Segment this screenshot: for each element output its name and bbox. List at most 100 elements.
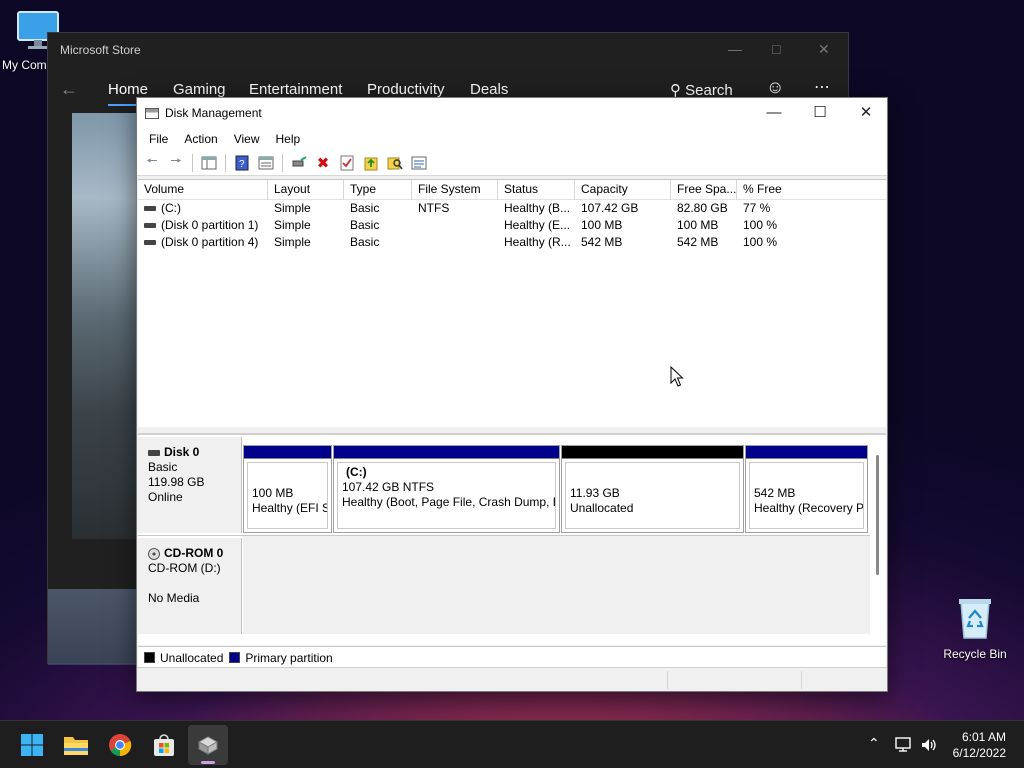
desktop-icon-recycle-bin[interactable]: Recycle Bin <box>934 596 1016 661</box>
window-title: Disk Management <box>165 106 262 120</box>
column-type[interactable]: Type <box>344 180 412 200</box>
disk-row-disk-0[interactable]: Disk 0 Basic 119.98 GB Online 100 MB Hea… <box>138 435 870 535</box>
volume-icon <box>144 240 156 246</box>
cell-status: Healthy (R... <box>504 235 571 249</box>
legend-swatch-primary <box>229 652 241 663</box>
partition-recovery[interactable]: 542 MB Healthy (Recovery Pa <box>745 445 868 533</box>
cell-volume: (Disk 0 partition 4) <box>161 235 259 249</box>
cdrom-0-label[interactable]: CD-ROM 0 CD-ROM (D:) No Media <box>138 538 242 634</box>
partition-type-bar <box>562 446 743 459</box>
import-icon[interactable] <box>360 153 382 173</box>
tab-productivity[interactable]: Productivity <box>367 81 445 98</box>
cell-free-space: 100 MB <box>677 218 719 232</box>
minimize-button[interactable]: — <box>751 100 797 126</box>
cell-percent-free: 100 % <box>743 235 778 249</box>
back-arrow-icon[interactable]: ← <box>60 79 78 100</box>
properties-list-icon[interactable] <box>255 153 277 173</box>
cell-file-system <box>412 234 498 251</box>
taskbar-microsoft-store[interactable] <box>144 725 184 765</box>
volume-list-header: Volume Layout Type File System Status Ca… <box>138 180 886 200</box>
menu-action[interactable]: Action <box>176 132 225 146</box>
legend-swatch-unallocated <box>144 652 155 663</box>
show-hide-tree-icon[interactable] <box>198 153 220 173</box>
table-row[interactable]: (Disk 0 partition 4) Simple Basic Health… <box>138 234 886 251</box>
search-folder-icon[interactable] <box>384 153 406 173</box>
check-icon[interactable] <box>336 153 358 173</box>
status-bar <box>137 667 887 691</box>
column-file-system[interactable]: File System <box>412 180 498 200</box>
taskbar-disk-management[interactable] <box>188 725 228 765</box>
taskbar-clock[interactable]: 6:01 AM 6/12/2022 <box>953 729 1006 761</box>
partition-size: 542 MB <box>754 486 796 500</box>
scrollbar-thumb[interactable] <box>876 455 879 575</box>
connect-disk-icon[interactable] <box>288 153 310 173</box>
legend: Unallocated Primary partition <box>138 646 886 668</box>
delete-icon[interactable]: ✖ <box>312 153 334 173</box>
volume-icon[interactable] <box>920 737 938 756</box>
table-row[interactable]: (C:) Simple Basic NTFS Healthy (B... 107… <box>138 200 886 217</box>
network-icon[interactable] <box>894 737 912 756</box>
cell-percent-free: 77 % <box>743 201 771 215</box>
more-options-icon[interactable]: ⋯ <box>814 77 830 97</box>
start-button[interactable] <box>12 725 52 765</box>
cell-free-space: 82.80 GB <box>677 201 728 215</box>
back-icon[interactable]: 🠔 <box>141 153 163 173</box>
account-icon[interactable]: ☺ <box>766 77 784 98</box>
column-capacity[interactable]: Capacity <box>575 180 671 200</box>
disk-0-label[interactable]: Disk 0 Basic 119.98 GB Online <box>138 437 242 533</box>
column-volume[interactable]: Volume <box>138 180 268 200</box>
menu-help[interactable]: Help <box>268 132 309 146</box>
disk-management-icon <box>197 736 219 755</box>
partition-status: Unallocated <box>570 501 634 515</box>
partition-c[interactable]: (C:) 107.42 GB NTFS Healthy (Boot, Page … <box>333 445 560 533</box>
menu-view[interactable]: View <box>226 132 268 146</box>
maximize-icon[interactable]: □ <box>772 41 780 57</box>
column-status[interactable]: Status <box>498 180 575 200</box>
settings-list-icon[interactable] <box>408 153 430 173</box>
folder-icon <box>64 737 88 755</box>
store-bag-icon <box>154 734 174 756</box>
help-icon[interactable]: ? <box>231 153 253 173</box>
partition-title <box>754 471 863 486</box>
partition-size: 100 MB <box>252 486 294 500</box>
svg-text:?: ? <box>239 159 245 170</box>
disk-name: Disk 0 <box>164 445 200 459</box>
close-icon[interactable]: ✕ <box>818 41 830 58</box>
disk-row-cdrom-0[interactable]: CD-ROM 0 CD-ROM (D:) No Media <box>138 535 870 635</box>
taskbar-chrome[interactable] <box>100 725 140 765</box>
tab-gaming[interactable]: Gaming <box>173 81 226 98</box>
cell-percent-free: 100 % <box>743 218 778 232</box>
column-free-space[interactable]: Free Spa... <box>671 180 737 200</box>
desktop-icon-label: Recycle Bin <box>943 647 1007 661</box>
column-percent-free[interactable]: % Free <box>737 180 828 200</box>
disk-type: CD-ROM (D:) <box>148 561 221 575</box>
vertical-scrollbar[interactable] <box>870 443 886 643</box>
taskbar: ⌃ 6:01 AM 6/12/2022 <box>0 720 1024 768</box>
tab-home[interactable]: Home <box>108 81 149 106</box>
partition-title: (C:) <box>346 465 367 479</box>
table-row[interactable]: (Disk 0 partition 1) Simple Basic Health… <box>138 217 886 234</box>
close-button[interactable]: ✕ <box>843 100 889 126</box>
mouse-cursor-icon <box>670 366 684 387</box>
taskbar-file-explorer[interactable] <box>56 725 96 765</box>
maximize-button[interactable]: ☐ <box>797 100 843 126</box>
hard-disk-icon <box>148 449 160 456</box>
column-layout[interactable]: Layout <box>268 180 344 200</box>
partition-efi[interactable]: 100 MB Healthy (EFI Sy <box>243 445 332 533</box>
cell-file-system: NTFS <box>418 201 450 215</box>
volume-list[interactable]: Volume Layout Type File System Status Ca… <box>138 179 886 427</box>
tab-deals[interactable]: Deals <box>470 81 508 98</box>
menu-file[interactable]: File <box>141 132 176 146</box>
partition-size: 11.93 GB <box>570 486 620 500</box>
forward-icon[interactable]: 🠖 <box>165 153 187 173</box>
show-hidden-icons-chevron-icon[interactable]: ⌃ <box>868 735 880 752</box>
disk-management-window[interactable]: Disk Management — ☐ ✕ File Action View H… <box>136 97 888 692</box>
volume-icon <box>144 223 156 229</box>
cell-type: Basic <box>350 235 380 249</box>
partition-size: 107.42 GB NTFS <box>342 480 435 494</box>
minimize-icon[interactable]: — <box>728 41 742 57</box>
tab-entertainment[interactable]: Entertainment <box>249 81 342 98</box>
partition-unallocated[interactable]: 11.93 GB Unallocated <box>561 445 744 533</box>
cell-volume: (Disk 0 partition 1) <box>161 218 259 232</box>
disk-graphical-view[interactable]: Disk 0 Basic 119.98 GB Online 100 MB Hea… <box>138 433 886 645</box>
